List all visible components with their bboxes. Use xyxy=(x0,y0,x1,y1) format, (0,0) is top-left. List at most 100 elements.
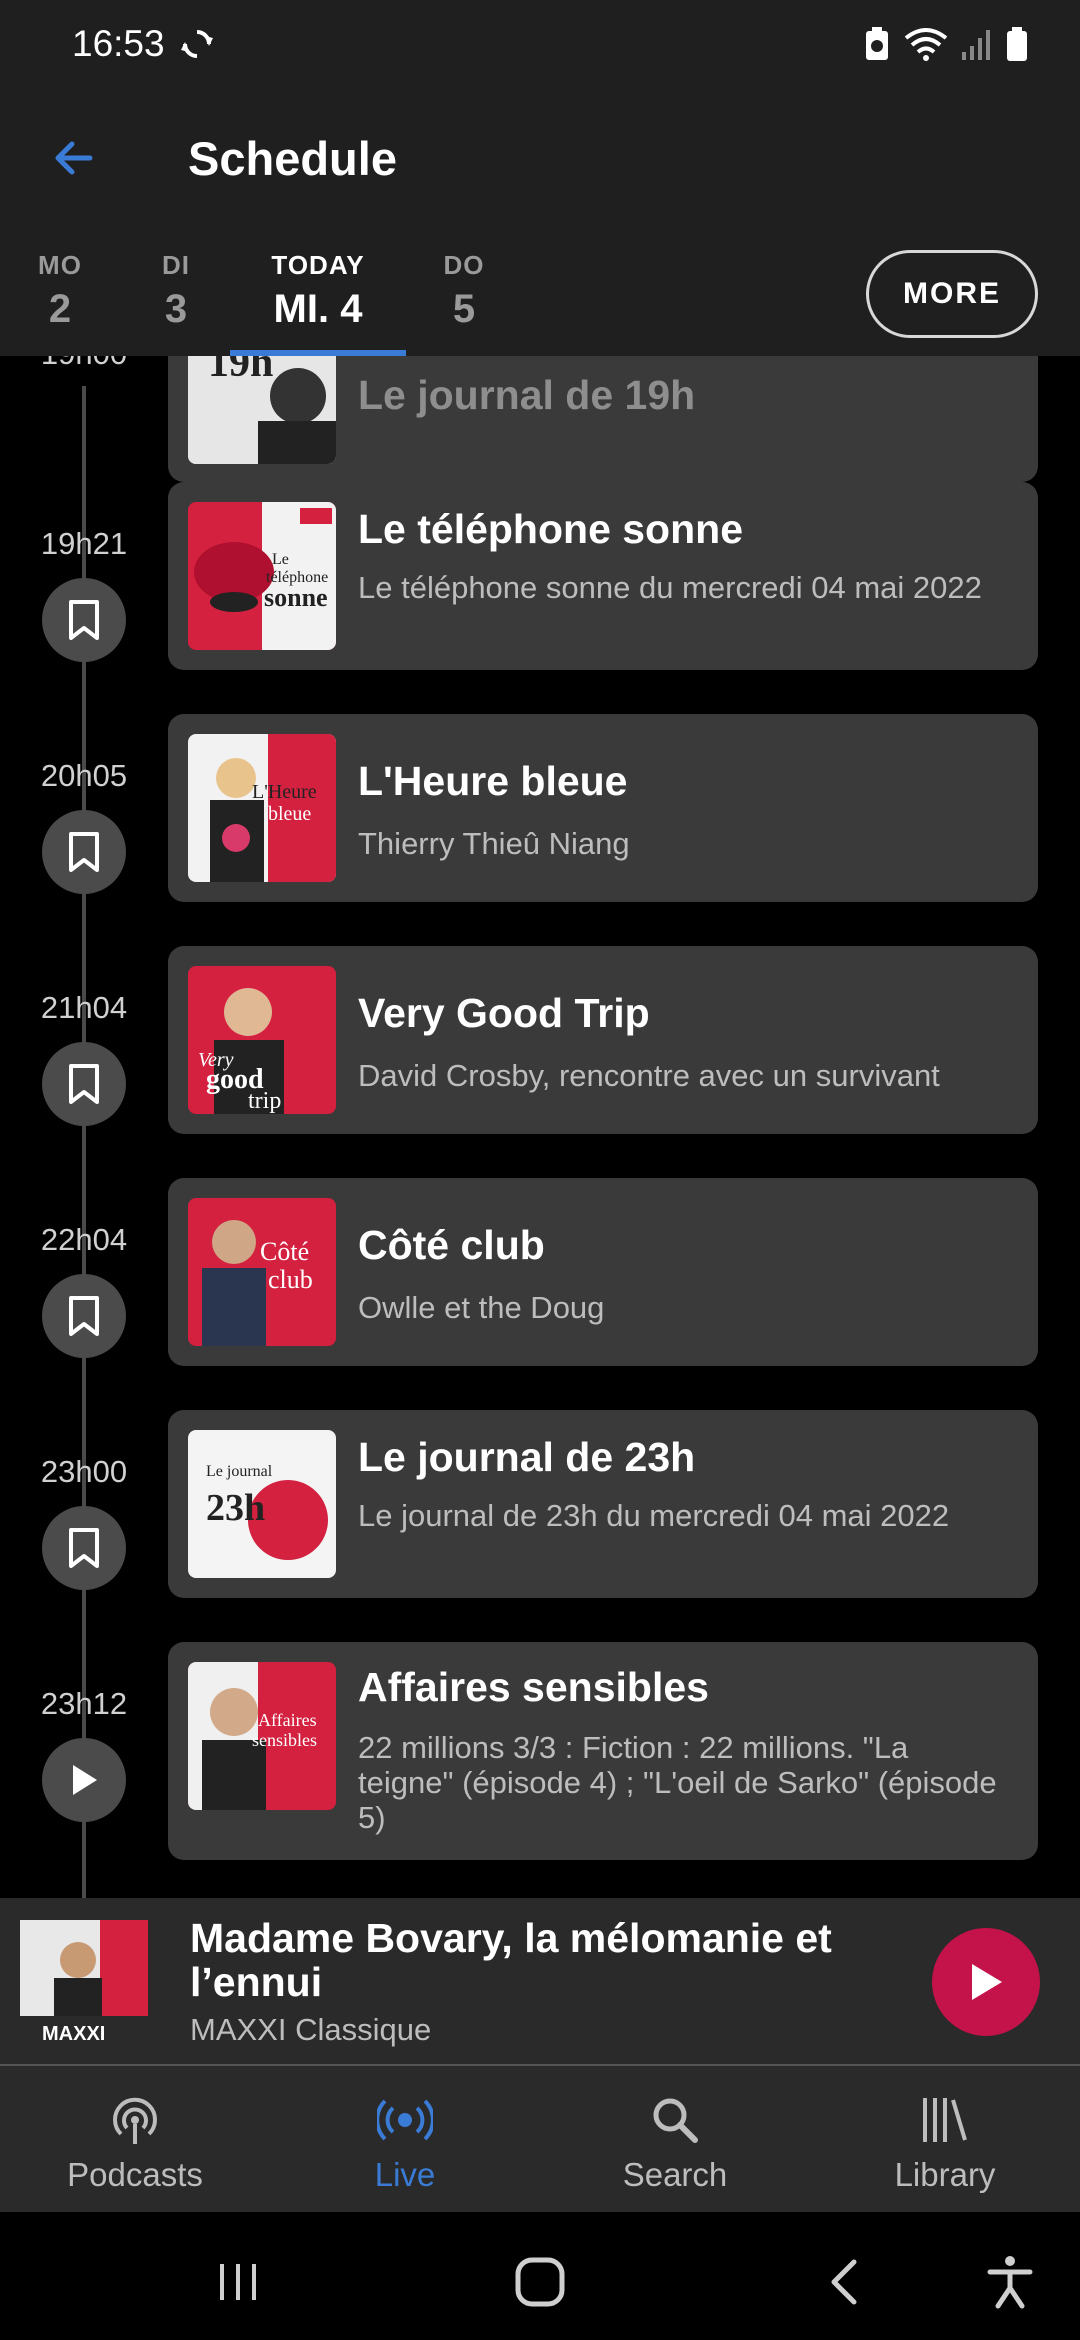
program-card[interactable]: L'Heure bleue L'Heure bleue Thierry Thie… xyxy=(168,714,1038,902)
program-card[interactable]: Le téléphone sonne Le téléphone sonne Le… xyxy=(168,482,1038,670)
program-card[interactable]: Côté club Côté club Owlle et the Doug xyxy=(168,1178,1038,1366)
play-icon xyxy=(972,1964,1002,2000)
nav-label: Search xyxy=(622,2156,728,2193)
nav-label: Library xyxy=(894,2156,996,2193)
accessibility-icon xyxy=(987,2256,1033,2309)
signal-icon xyxy=(962,30,990,60)
bookmark-icon xyxy=(69,1528,99,1568)
program-card[interactable]: Le journal 23h Le journal de 23h Le jour… xyxy=(168,1410,1038,1598)
time-label: 19h00 xyxy=(20,356,148,372)
svg-text:Côté: Côté xyxy=(260,1237,309,1266)
nav-label: Podcasts xyxy=(67,2156,203,2193)
schedule-list[interactable]: 19h00 19h Le journal de 19h 19h21 xyxy=(0,356,1080,1898)
app-bar: Schedule xyxy=(0,88,1080,228)
program-card[interactable]: Affaires sensibles Affaires sensibles 22… xyxy=(168,1642,1038,1860)
program-subtitle: Owlle et the Doug xyxy=(358,1290,605,1325)
svg-text:Le: Le xyxy=(272,551,289,568)
bookmark-button[interactable] xyxy=(42,810,126,894)
program-title: Affaires sensibles xyxy=(358,1664,709,1710)
program-thumbnail: Very good trip xyxy=(188,966,336,1114)
nav-item-podcasts[interactable]: Podcasts xyxy=(0,2066,270,2212)
program-subtitle: Le téléphone sonne du mercredi 04 mai 20… xyxy=(358,570,982,605)
podcast-icon xyxy=(113,2097,157,2144)
tab-day-name: DI xyxy=(162,250,190,280)
tab-day-today[interactable]: TODAY MI. 4 xyxy=(230,250,406,356)
play-button[interactable] xyxy=(42,1738,126,1822)
program-title: Côté club xyxy=(358,1222,545,1268)
tab-day-number: MI. 4 xyxy=(273,287,363,331)
program-title: Very Good Trip xyxy=(358,990,650,1036)
program-thumbnail: 19h xyxy=(188,356,336,464)
program-card[interactable]: 19h Le journal de 19h xyxy=(168,356,1038,482)
program-title: Le téléphone sonne xyxy=(358,506,743,552)
more-button[interactable]: MORE xyxy=(866,250,1038,338)
now-playing-title: Madame Bovary, la mélomanie et l’ennui xyxy=(190,1915,832,2005)
day-tabs: MO 2 DI 3 TODAY MI. 4 DO 5 MORE xyxy=(0,228,1080,356)
program-thumbnail: L'Heure bleue xyxy=(188,734,336,882)
accessibility-button[interactable] xyxy=(980,2252,1040,2312)
now-playing-station: MAXXI Classique xyxy=(190,2012,432,2047)
arrow-back-icon xyxy=(55,141,93,175)
program-subtitle: 22 millions 3/3 : Fiction : 22 millions.… xyxy=(358,1730,997,1835)
bookmark-button[interactable] xyxy=(42,1274,126,1358)
mini-player-play-button[interactable] xyxy=(932,1928,1040,2036)
program-thumbnail: Le journal 23h xyxy=(188,1430,336,1578)
chevron-left-icon xyxy=(831,2259,857,2305)
tab-day-mo[interactable]: MO 2 xyxy=(20,250,100,356)
nav-label: Live xyxy=(374,2156,436,2193)
program-subtitle: Thierry Thieû Niang xyxy=(358,826,630,861)
status-bar: 16:53 xyxy=(0,0,1080,88)
tab-day-number: 5 xyxy=(452,287,476,331)
bookmark-icon xyxy=(69,1064,99,1104)
tab-day-do[interactable]: DO 5 xyxy=(424,250,504,356)
bookmark-button[interactable] xyxy=(42,1506,126,1590)
svg-text:L'Heure: L'Heure xyxy=(252,781,317,803)
now-playing-thumb-text: MAXXI xyxy=(42,2023,105,2045)
app-root: 16:53 Schedule MO 2 DI 3 TODAY MI. 4 DO … xyxy=(0,0,1080,2340)
svg-text:19h: 19h xyxy=(208,356,273,386)
tab-day-name: MO xyxy=(38,250,82,280)
status-icons xyxy=(864,26,1028,62)
bookmark-icon xyxy=(69,832,99,872)
svg-text:club: club xyxy=(268,1265,313,1294)
bottom-navigation: Podcasts Live Search Library xyxy=(0,2066,1080,2212)
play-icon xyxy=(73,1765,97,1795)
now-playing-thumbnail: MAXXI xyxy=(20,1920,148,2048)
time-label: 23h00 xyxy=(40,1454,128,1489)
bookmark-button[interactable] xyxy=(42,1042,126,1126)
svg-text:sonne: sonne xyxy=(264,583,328,612)
home-button[interactable] xyxy=(510,2252,570,2312)
recent-apps-button[interactable] xyxy=(208,2252,268,2312)
svg-text:sensibles: sensibles xyxy=(252,1730,317,1750)
system-back-button[interactable] xyxy=(814,2252,874,2312)
nav-item-live[interactable]: Live xyxy=(270,2066,540,2212)
tab-day-number: 2 xyxy=(48,287,72,331)
nav-item-search[interactable]: Search xyxy=(540,2066,810,2212)
program-thumbnail: Côté club xyxy=(188,1198,336,1346)
program-thumbnail: Affaires sensibles xyxy=(188,1662,336,1810)
program-title: Le journal de 19h xyxy=(358,372,696,418)
tab-day-name: TODAY xyxy=(271,250,365,280)
tab-day-di[interactable]: DI 3 xyxy=(136,250,216,356)
time-label: 22h04 xyxy=(40,1222,128,1257)
system-navigation-bar xyxy=(0,2212,1080,2340)
recent-apps-icon xyxy=(220,2264,256,2300)
nav-item-library[interactable]: Library xyxy=(810,2066,1080,2212)
time-label: 23h12 xyxy=(40,1686,128,1721)
battery-icon xyxy=(1007,27,1027,61)
svg-text:Affaires: Affaires xyxy=(258,1710,317,1730)
mini-player[interactable]: MAXXI Madame Bovary, la mélomanie et l’e… xyxy=(0,1898,1080,2066)
back-button[interactable] xyxy=(34,118,114,198)
wifi-icon xyxy=(904,28,948,61)
sync-icon xyxy=(180,30,213,58)
tab-day-number: 3 xyxy=(164,287,188,331)
program-card[interactable]: Very good trip Very Good Trip David Cros… xyxy=(168,946,1038,1134)
time-label: 21h04 xyxy=(40,990,128,1025)
tab-day-name: DO xyxy=(443,250,485,280)
program-title: L'Heure bleue xyxy=(358,758,628,804)
svg-text:Le journal: Le journal xyxy=(206,1463,273,1480)
bookmark-button[interactable] xyxy=(42,578,126,662)
battery-saver-icon xyxy=(866,27,888,60)
program-subtitle: Le journal de 23h du mercredi 04 mai 202… xyxy=(358,1498,950,1533)
program-title: Le journal de 23h xyxy=(358,1434,696,1480)
